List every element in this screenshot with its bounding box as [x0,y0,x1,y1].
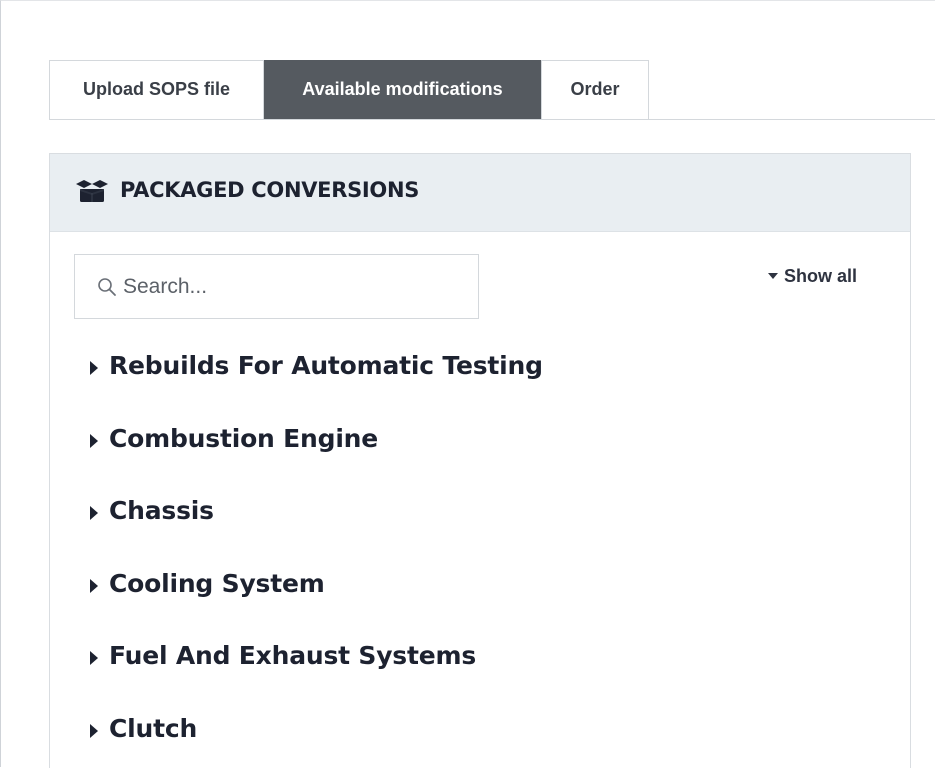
caret-right-icon [90,651,98,665]
tab-order[interactable]: Order [541,60,649,119]
category-item-chassis[interactable]: Chassis [90,490,850,563]
show-all-toggle[interactable]: Show all [768,266,857,287]
search-icon [97,277,117,297]
panel-header: PACKAGED CONVERSIONS [50,154,910,232]
category-list: Rebuilds For Automatic Testing Combustio… [90,345,850,780]
category-label: Rebuilds For Automatic Testing [109,351,543,380]
category-item-clutch[interactable]: Clutch [90,708,850,780]
search-input[interactable] [123,267,463,307]
tab-bar: Upload SOPS file Available modifications… [49,60,935,120]
caret-right-icon [90,361,98,375]
packaged-conversions-panel: PACKAGED CONVERSIONS Show all Rebuilds F… [49,153,911,768]
category-item-combustion-engine[interactable]: Combustion Engine [90,418,850,491]
category-item-fuel-and-exhaust-systems[interactable]: Fuel And Exhaust Systems [90,635,850,708]
caret-right-icon [90,724,98,738]
category-label: Fuel And Exhaust Systems [109,641,476,670]
category-label: Cooling System [109,569,325,598]
tab-available-modifications[interactable]: Available modifications [264,60,541,119]
show-all-label: Show all [784,266,857,286]
tab-upload-sops-file[interactable]: Upload SOPS file [49,60,264,119]
caret-down-icon [768,273,778,279]
panel-title: PACKAGED CONVERSIONS [120,178,419,202]
caret-right-icon [90,506,98,520]
category-label: Combustion Engine [109,424,378,453]
category-item-cooling-system[interactable]: Cooling System [90,563,850,636]
search-field[interactable] [74,254,479,319]
page-frame: Upload SOPS file Available modifications… [0,0,935,767]
category-label: Clutch [109,714,197,743]
category-label: Chassis [109,496,214,525]
caret-right-icon [90,579,98,593]
caret-right-icon [90,434,98,448]
box-open-icon [76,180,108,202]
category-item-rebuilds-for-automatic-testing[interactable]: Rebuilds For Automatic Testing [90,345,850,418]
